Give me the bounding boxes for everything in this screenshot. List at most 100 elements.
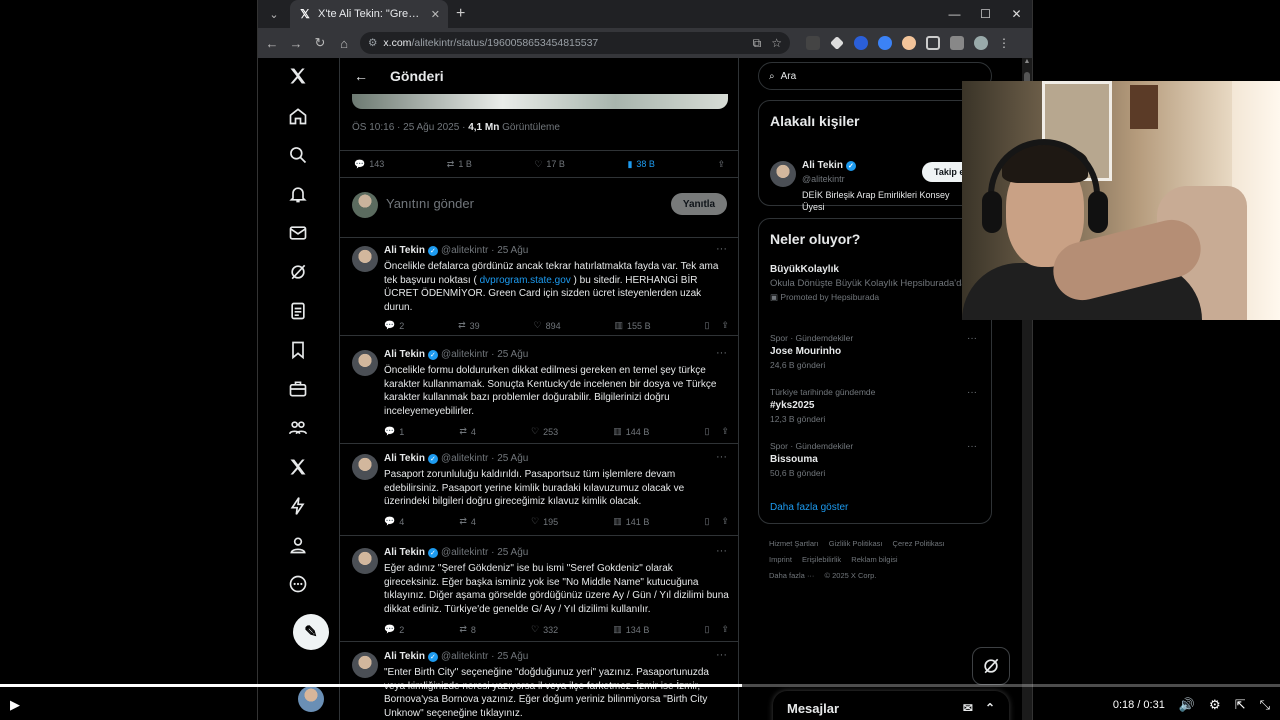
search-input[interactable]: ⌕ Ara [758, 62, 992, 90]
reply-action[interactable]: 💬 143 [354, 159, 384, 170]
address-bar[interactable]: ⚙ x.com/alitekintr/status/19600586534548… [360, 32, 790, 54]
messages-mail-icon[interactable] [286, 221, 310, 245]
more-options-icon[interactable]: ··· [967, 387, 977, 398]
minimize-icon[interactable]: — [939, 7, 970, 21]
author-handle-date[interactable]: @alitekintr · 25 Ağu [441, 547, 528, 558]
close-tab-icon[interactable]: ✕ [431, 8, 440, 21]
thread-reply[interactable]: Ali Tekin ✓ @alitekintr · 25 Ağu ··· Öncel… [340, 344, 738, 444]
close-window-icon[interactable]: ✕ [1001, 7, 1032, 21]
premium-x-icon[interactable] [286, 455, 310, 479]
more-options-icon[interactable]: ··· [716, 243, 727, 255]
reply-action[interactable]: 💬 2 [384, 320, 404, 331]
author-avatar[interactable] [352, 246, 378, 272]
author-name[interactable]: Ali Tekin [384, 547, 425, 558]
show-more-link[interactable]: Daha fazla göster [770, 502, 848, 513]
extensions-puzzle-icon[interactable] [926, 36, 940, 50]
repost-action[interactable]: ⇄ 8 [459, 624, 476, 635]
repost-action[interactable]: ⇄ 4 [459, 516, 476, 527]
like-action[interactable]: ♡ 253 [531, 426, 558, 437]
trend-item[interactable]: Spor · Gündemdekiler Jose Mourinho 24,6 … [770, 333, 985, 370]
more-options-icon[interactable]: ··· [716, 649, 727, 661]
author-name[interactable]: Ali Tekin [384, 453, 425, 464]
more-options-icon[interactable]: ··· [967, 441, 977, 452]
person-avatar[interactable] [770, 161, 796, 187]
author-avatar[interactable] [352, 652, 378, 678]
views-action[interactable]: ▥ 144 B [613, 426, 649, 437]
media-icon[interactable] [950, 36, 964, 50]
post-timestamp[interactable]: ÖS 10:16 · 25 Ağu 2025 · [352, 122, 468, 133]
settings-gear-icon[interactable]: ⚙ [1209, 697, 1221, 713]
grok-button[interactable] [972, 647, 1010, 685]
explore-search-icon[interactable] [286, 143, 310, 167]
communities-icon[interactable] [286, 416, 310, 440]
person-name-row[interactable]: Ali Tekin ✓ [802, 160, 856, 171]
thread-reply[interactable]: Ali Tekin ✓ @alitekintr · 25 Ağu ··· Öncel… [340, 240, 738, 336]
install-app-icon[interactable]: ⧉ [753, 36, 762, 51]
footer-link[interactable]: Hizmet Şartları [769, 539, 819, 548]
more-options-icon[interactable]: ··· [716, 347, 727, 359]
footer-link[interactable]: Çerez Politikası [893, 539, 945, 548]
back-arrow-icon[interactable]: ← [354, 68, 368, 84]
video-progress-bar[interactable] [0, 684, 1280, 687]
trend-item[interactable]: Türkiye tarihinde gündemde #yks2025 12,3… [770, 387, 985, 424]
author-name[interactable]: Ali Tekin [384, 349, 425, 360]
play-icon[interactable]: ▶ [10, 697, 20, 713]
browser-tab[interactable]: 𝕏 X'te Ali Tekin: "Green Card başv ✕ [290, 0, 448, 28]
reply-action[interactable]: 💬 1 [384, 426, 404, 437]
footer-link[interactable]: Gizlilik Politikası [829, 539, 883, 548]
bookmarks-icon[interactable] [286, 338, 310, 362]
volume-icon[interactable]: 🔊 [1179, 697, 1195, 713]
new-tab-icon[interactable]: + [456, 5, 465, 23]
footer-link[interactable]: Reklam bilgisi [851, 555, 897, 564]
promoted-trend[interactable]: BüyükKolaylık Okula Dönüşte Büyük Kolayl… [770, 261, 985, 303]
compose-post-button[interactable]: ✎ [293, 614, 329, 650]
home-icon[interactable]: ⌂ [336, 35, 352, 51]
bookmark-icon[interactable]: ▯ [704, 516, 709, 527]
author-avatar[interactable] [352, 454, 378, 480]
like-action[interactable]: ♡ 17 B [534, 159, 565, 170]
author-name[interactable]: Ali Tekin [384, 245, 425, 256]
bookmark-star-icon[interactable]: ☆ [771, 36, 782, 51]
reply-button[interactable]: Yanıtla [671, 193, 727, 215]
share-icon[interactable]: ⇪ [721, 624, 729, 635]
reply-action[interactable]: 💬 2 [384, 624, 404, 635]
bookmark-icon[interactable]: ▯ [704, 320, 709, 331]
extension-icon[interactable] [878, 36, 892, 50]
forward-icon[interactable]: → [288, 35, 304, 51]
footer-link[interactable]: Daha fazla ··· [769, 571, 814, 580]
repost-action[interactable]: ⇄ 39 [458, 320, 480, 331]
like-action[interactable]: ♡ 332 [531, 624, 558, 635]
home-icon[interactable] [286, 104, 310, 128]
reply-input[interactable]: Yanıtını gönder [386, 196, 474, 211]
reply-action[interactable]: 💬 4 [384, 516, 404, 527]
extension-icon[interactable] [902, 36, 916, 50]
bookmark-action[interactable]: ▮ 38 B [627, 159, 654, 170]
extension-icon[interactable] [830, 36, 844, 50]
tab-list-icon[interactable]: ⌄ [264, 4, 284, 24]
like-action[interactable]: ♡ 894 [534, 320, 561, 331]
repost-action[interactable]: ⇄ 1 B [447, 159, 472, 170]
person-handle[interactable]: @alitekintr [802, 174, 845, 184]
bookmark-icon[interactable]: ▯ [704, 624, 709, 635]
reload-icon[interactable]: ↻ [312, 35, 328, 51]
bookmark-icon[interactable]: ▯ [704, 426, 709, 437]
author-name[interactable]: Ali Tekin [384, 651, 425, 662]
grok-icon[interactable] [286, 260, 310, 284]
views-action[interactable]: ▥ 141 B [613, 516, 649, 527]
back-icon[interactable]: ← [264, 35, 280, 51]
author-avatar[interactable] [352, 350, 378, 376]
more-options-icon[interactable]: ··· [716, 451, 727, 463]
scroll-up-icon[interactable]: ▲ [1022, 58, 1032, 65]
author-handle-date[interactable]: @alitekintr · 25 Ağu [441, 651, 528, 662]
more-options-icon[interactable]: ··· [967, 333, 977, 344]
author-handle-date[interactable]: @alitekintr · 25 Ağu [441, 349, 528, 360]
share-icon[interactable]: ⇱ [1235, 697, 1246, 713]
extension-icon[interactable] [806, 36, 820, 50]
views-action[interactable]: ▥ 134 B [613, 624, 649, 635]
share-icon[interactable]: ⇪ [721, 426, 729, 437]
share-icon[interactable]: ⇪ [721, 516, 729, 527]
post-image[interactable] [352, 94, 728, 109]
author-avatar[interactable] [352, 548, 378, 574]
footer-link[interactable]: Erişilebilirlik [802, 555, 841, 564]
lists-icon[interactable] [286, 299, 310, 323]
